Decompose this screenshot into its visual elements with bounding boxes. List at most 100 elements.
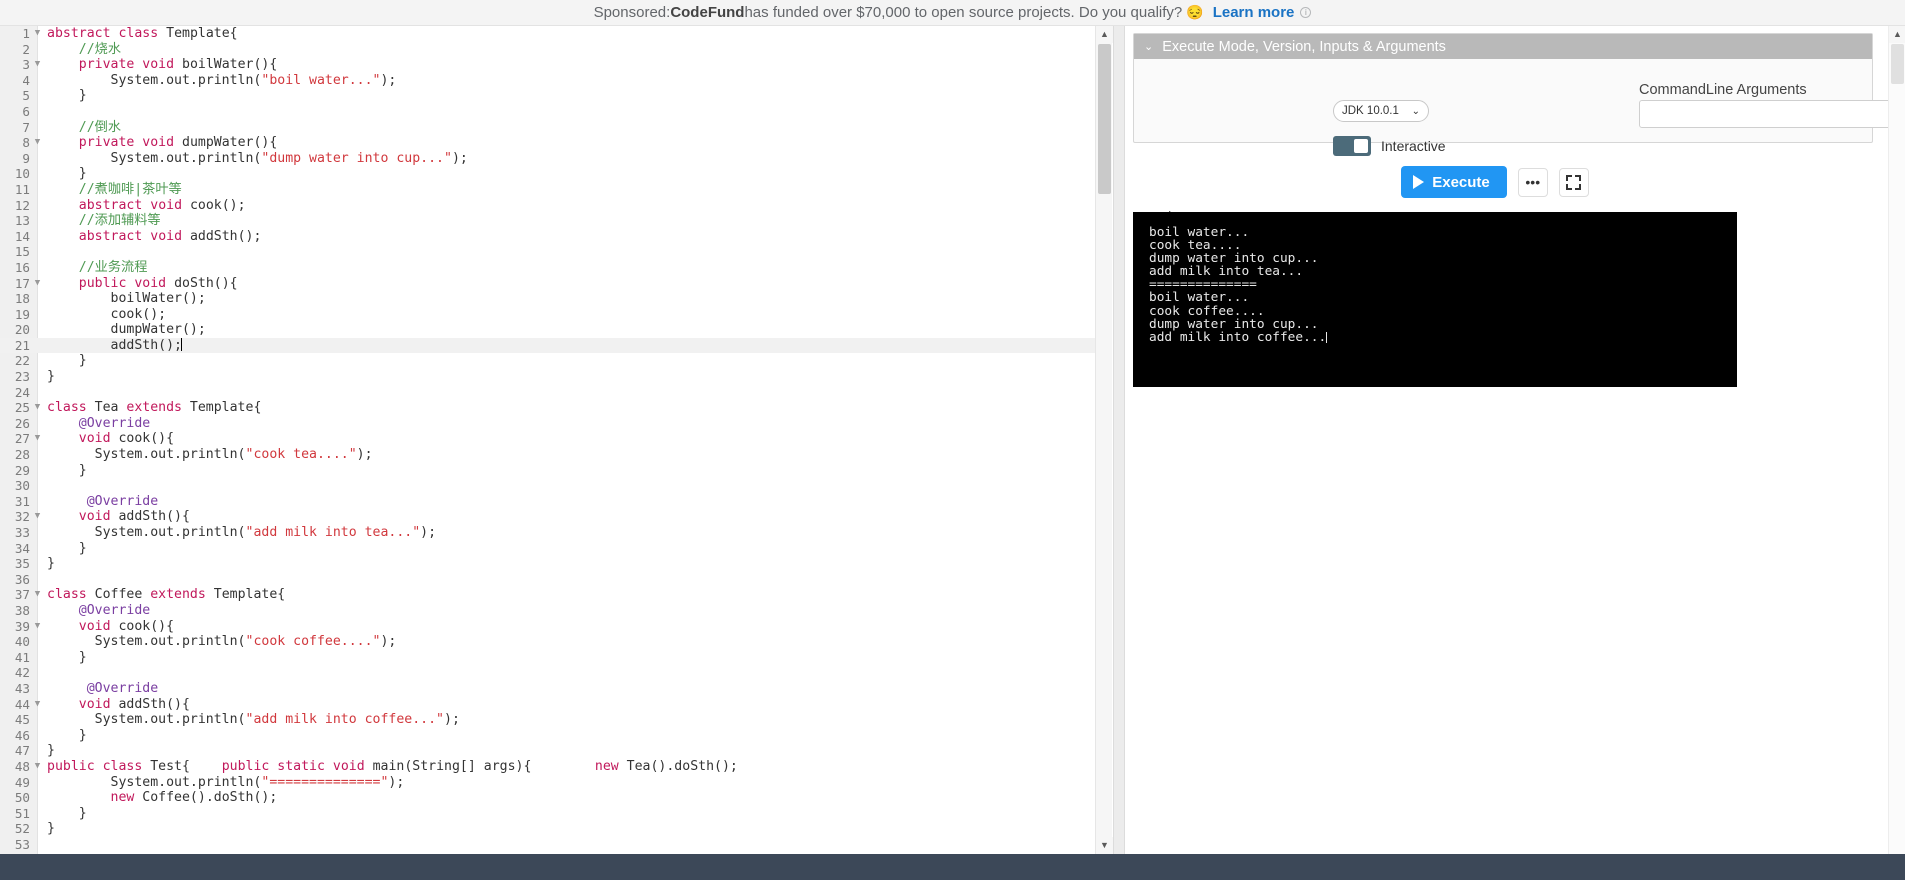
code-line[interactable]: 49 System.out.println("=============="); <box>0 775 1095 791</box>
fold-toggle-icon[interactable]: ▼ <box>33 135 42 151</box>
code-line[interactable]: 32 ▼ void addSth(){ <box>0 509 1095 525</box>
code-line[interactable]: 12 abstract void cook(); <box>0 198 1095 214</box>
code-line[interactable]: 2 //烧水 <box>0 42 1095 58</box>
code-line[interactable]: 7 //倒水 <box>0 120 1095 136</box>
code-line[interactable]: 15 <box>0 244 1095 260</box>
code-line[interactable]: 30 <box>0 478 1095 494</box>
code-line[interactable]: 24 <box>0 385 1095 401</box>
code-line[interactable]: 44 ▼ void addSth(){ <box>0 697 1095 713</box>
code-line[interactable]: 1 ▼ abstract class Template{ <box>0 26 1095 42</box>
code-line[interactable]: 31 @Override <box>0 494 1095 510</box>
fold-toggle-icon[interactable]: ▼ <box>33 431 42 447</box>
console-line: dump water into cup... <box>1149 316 1319 332</box>
code-line[interactable]: 21 addSth(); <box>0 337 1095 354</box>
fold-toggle-icon[interactable]: ▼ <box>33 697 42 713</box>
commandline-arguments-input[interactable] <box>1639 100 1905 128</box>
scroll-up-arrow-icon[interactable]: ▲ <box>1889 26 1905 43</box>
code-line[interactable]: 5 } <box>0 88 1095 104</box>
play-icon <box>1413 175 1425 189</box>
code-line[interactable]: 52} <box>0 821 1095 837</box>
line-number: 41 <box>14 649 30 665</box>
scroll-down-arrow-icon[interactable]: ▼ <box>1096 837 1113 854</box>
fold-toggle-icon[interactable]: ▼ <box>33 276 42 292</box>
code-line[interactable]: 18 boilWater(); <box>0 291 1095 307</box>
code-line[interactable]: 16 //业务流程 <box>0 260 1095 276</box>
code-line[interactable]: 14 abstract void addSth(); <box>0 229 1095 245</box>
code-line[interactable]: 39 ▼ void cook(){ <box>0 619 1095 635</box>
code-token: //添加辅料等 <box>47 213 161 229</box>
code-line[interactable]: 40 System.out.println("cook coffee....")… <box>0 634 1095 650</box>
code-line[interactable]: 36 <box>0 572 1095 588</box>
code-area[interactable]: 1 ▼ abstract class Template{2 //烧水 3 ▼ priva… <box>0 26 1095 854</box>
code-line[interactable]: 4 System.out.println("boil water..."); <box>0 73 1095 89</box>
code-line[interactable]: 53 <box>0 837 1095 853</box>
code-line[interactable]: 41 } <box>0 650 1095 666</box>
code-line[interactable]: 22 } <box>0 353 1095 369</box>
code-line[interactable]: 38 @Override <box>0 603 1095 619</box>
info-icon[interactable]: i <box>1300 7 1312 18</box>
code-line[interactable]: 25 ▼ class Tea extends Template{ <box>0 400 1095 416</box>
code-line[interactable]: 35} <box>0 556 1095 572</box>
fold-toggle-icon[interactable]: ▼ <box>33 26 42 42</box>
execute-button[interactable]: Execute <box>1401 166 1507 198</box>
code-line[interactable]: 43 @Override <box>0 681 1095 697</box>
line-number: 52 <box>14 821 30 837</box>
scroll-up-arrow-icon[interactable]: ▲ <box>1096 26 1113 43</box>
code-line[interactable]: 47} <box>0 743 1095 759</box>
code-line[interactable]: 34 } <box>0 541 1095 557</box>
code-token: abstract <box>78 197 143 213</box>
code-line[interactable]: 46 } <box>0 728 1095 744</box>
learn-more-link[interactable]: Learn more <box>1213 4 1295 21</box>
fold-toggle-icon[interactable]: ▼ <box>33 759 42 775</box>
code-line[interactable]: 42 <box>0 665 1095 681</box>
console-output[interactable]: boil water... cook tea.... dump water into… <box>1133 212 1737 387</box>
code-token: void <box>78 431 111 447</box>
code-line[interactable]: 11 //煮咖啡|茶叶等 <box>0 182 1095 198</box>
code-line[interactable]: 50 new Coffee().doSth(); <box>0 790 1095 806</box>
more-options-button[interactable]: ••• <box>1517 167 1548 197</box>
code-line[interactable]: 6 <box>0 104 1095 120</box>
line-number: 29 <box>14 462 30 478</box>
line-number: 50 <box>14 790 30 806</box>
code-line[interactable]: 29 } <box>0 463 1095 479</box>
code-token: ); <box>420 525 437 540</box>
code-editor-pane[interactable]: 1 ▼ abstract class Template{2 //烧水 3 ▼ priva… <box>0 26 1113 854</box>
code-line[interactable]: 8 ▼ private void dumpWater(){ <box>0 135 1095 151</box>
code-line[interactable]: 23} <box>0 369 1095 385</box>
fold-toggle-icon[interactable]: ▼ <box>33 587 42 603</box>
code-line[interactable]: 20 dumpWater(); <box>0 322 1095 338</box>
interactive-toggle[interactable] <box>1333 136 1371 156</box>
code-line[interactable]: 3 ▼ private void boilWater(){ <box>0 57 1095 73</box>
code-line[interactable]: 10 } <box>0 166 1095 182</box>
fold-toggle-icon[interactable]: ▼ <box>33 509 42 525</box>
code-token: ); <box>356 447 373 463</box>
editor-scrollbar-thumb[interactable] <box>1098 44 1111 194</box>
code-line[interactable]: 48 ▼ public class Test{ public static void… <box>0 759 1095 775</box>
code-token: main(String[] args){ <box>364 758 595 774</box>
code-line[interactable]: 37 ▼ class Coffee extends Template{ <box>0 587 1095 603</box>
settings-header[interactable]: ⌄ Execute Mode, Version, Inputs & Argume… <box>1134 34 1872 59</box>
collapse-button[interactable] <box>1558 167 1589 197</box>
code-line[interactable]: 51 } <box>0 806 1095 822</box>
code-line[interactable]: 27 ▼ void cook(){ <box>0 431 1095 447</box>
right-pane-vertical-scrollbar[interactable]: ▲ <box>1888 26 1905 854</box>
code-line[interactable]: 13 //添加辅料等 <box>0 213 1095 229</box>
code-token: } <box>47 166 87 182</box>
code-line[interactable]: 19 cook(); <box>0 307 1095 323</box>
fold-toggle-icon[interactable]: ▼ <box>33 57 42 73</box>
jdk-version-select[interactable]: JDK 10.0.1 ⌄ <box>1333 100 1429 122</box>
fold-toggle-icon[interactable]: ▼ <box>33 619 42 635</box>
code-token: addSth(){ <box>110 509 190 525</box>
code-line[interactable]: 17 ▼ public void doSth(){ <box>0 276 1095 292</box>
code-line[interactable]: 9 System.out.println("dump water into cu… <box>0 151 1095 167</box>
fold-toggle-icon[interactable]: ▼ <box>33 400 42 416</box>
code-line[interactable]: 33 System.out.println("add milk into tea… <box>0 525 1095 541</box>
code-line[interactable]: 45 System.out.println("add milk into cof… <box>0 712 1095 728</box>
code-line[interactable]: 26 @Override <box>0 416 1095 432</box>
code-line[interactable]: 28 System.out.println("cook tea...."); <box>0 447 1095 463</box>
right-scrollbar-thumb[interactable] <box>1891 44 1904 84</box>
editor-vertical-scrollbar[interactable]: ▲ ▼ <box>1095 26 1113 854</box>
pane-divider-handle[interactable] <box>1113 26 1125 854</box>
